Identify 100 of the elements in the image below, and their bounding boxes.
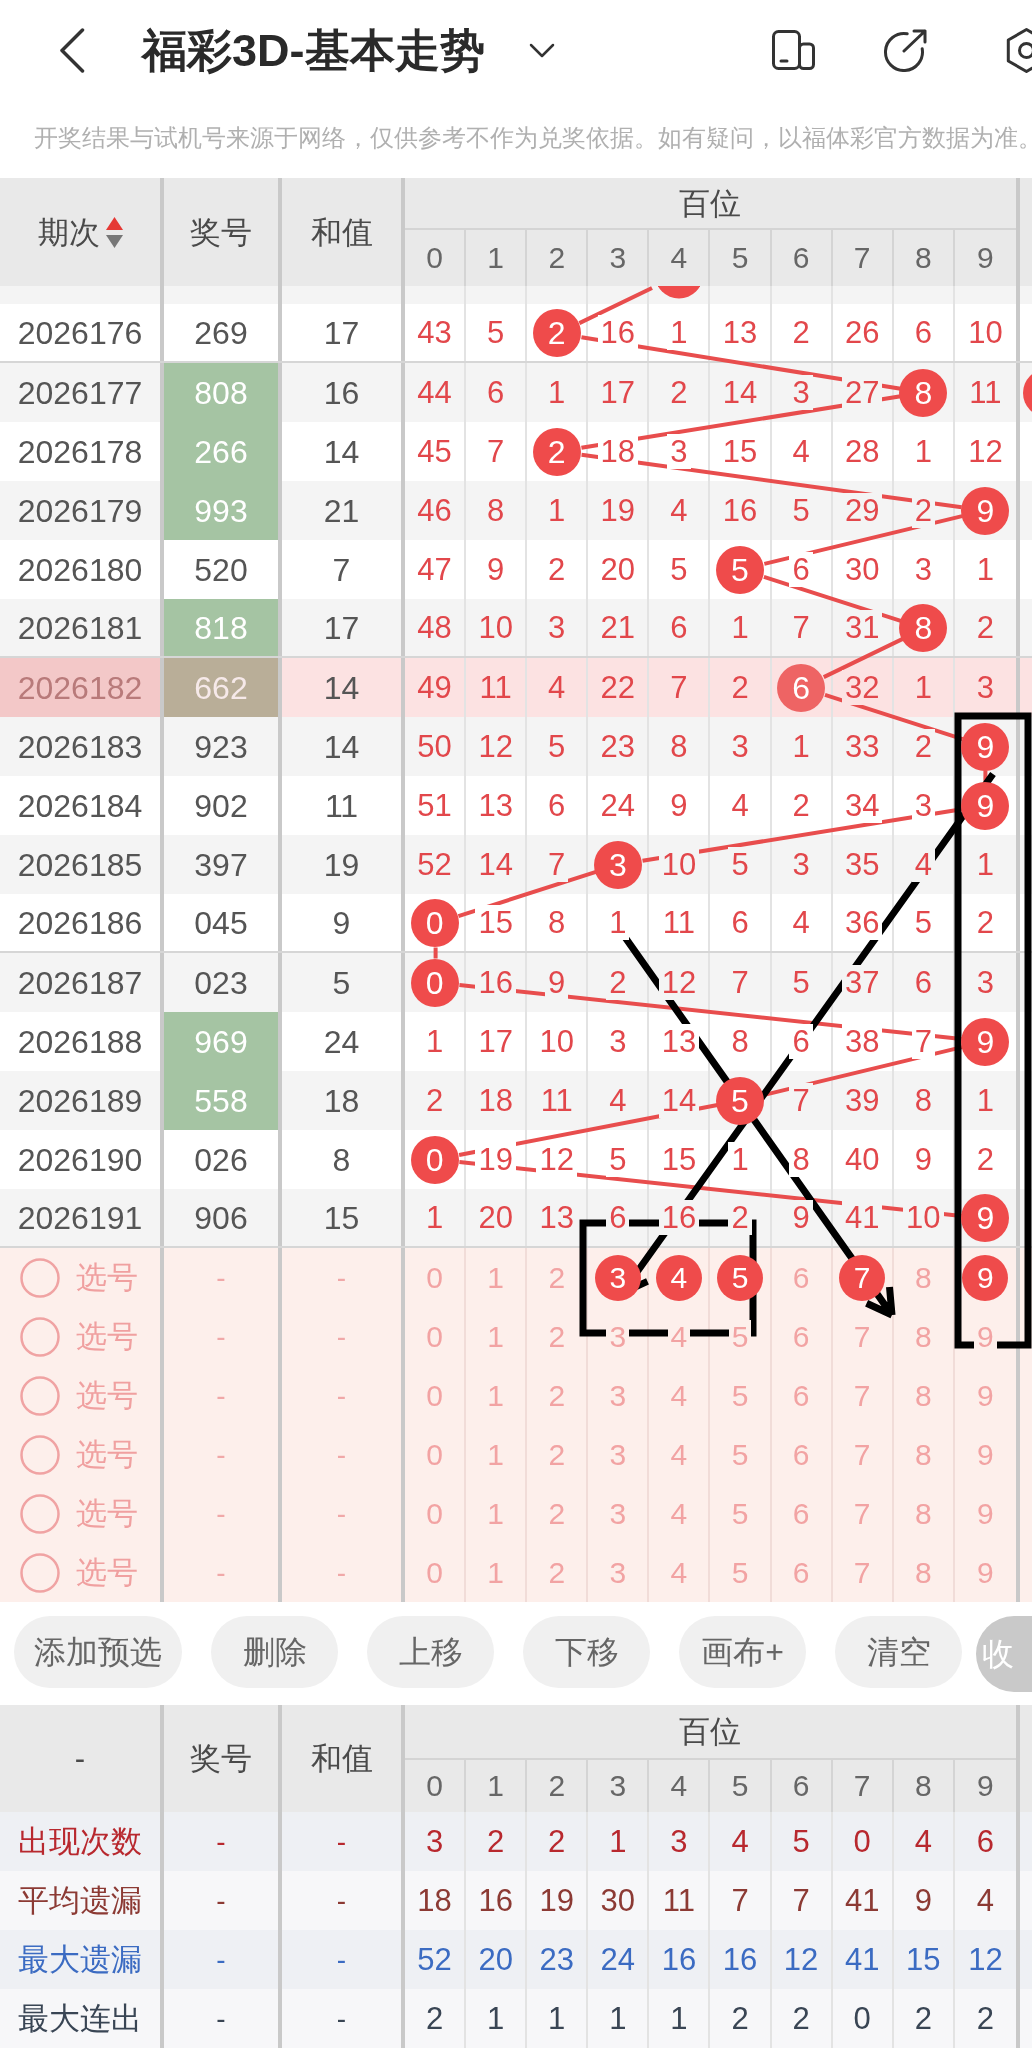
stat-value: 23: [539, 1944, 574, 1975]
stat-value: 16: [722, 1944, 758, 1975]
column-heading: 5: [731, 1771, 749, 1801]
column-heading: 2: [548, 1771, 566, 1801]
number-cell: 969: [164, 1012, 282, 1071]
pick-label[interactable]: 选号: [76, 1380, 138, 1411]
omission-count: 6: [789, 552, 813, 587]
stat-value: 16: [661, 1944, 697, 1975]
number-cell: 808: [164, 363, 282, 422]
number-cell: 266: [164, 422, 282, 481]
stat-value: 12: [968, 1944, 1003, 1975]
stat-label: 最大连出: [18, 2003, 142, 2034]
omission-count: 12: [536, 1142, 577, 1177]
column-heading: 0: [426, 243, 443, 273]
empty-value: -: [336, 1886, 347, 1915]
radio-icon[interactable]: [20, 1257, 60, 1298]
column-heading: 和值: [310, 216, 373, 248]
radio-icon[interactable]: [20, 1316, 60, 1357]
column-heading: 9: [977, 243, 994, 273]
omission-count: 3: [667, 434, 691, 469]
empty-value: -: [336, 1499, 347, 1528]
pick-label[interactable]: 选号: [76, 1498, 138, 1529]
action-button[interactable]: 下移: [523, 1616, 650, 1688]
column-heading: 6: [792, 1771, 810, 1801]
stat-value: 41: [844, 1944, 880, 1975]
stat-value: 4: [731, 1826, 749, 1857]
empty-value: -: [336, 1827, 347, 1856]
stat-value: 4: [976, 1885, 994, 1916]
page-title: 福彩3D-基本走势: [142, 27, 485, 73]
stat-value: 5: [792, 1826, 810, 1857]
disclaimer-text: 开奖结果与试机号来源于网络，仅供参考不作为兑奖依据。如有疑问，以福体彩官方数据为准。: [34, 127, 1032, 151]
stat-value: 2: [792, 2003, 810, 2034]
stat-value: 2: [914, 2003, 932, 2034]
sort-icon[interactable]: [105, 216, 123, 248]
empty-value: -: [336, 1558, 347, 1587]
stat-value: 11: [662, 1885, 695, 1916]
number-cell: 662: [164, 658, 282, 717]
number-cell: 818: [164, 599, 282, 656]
stat-label: 出现次数: [18, 1826, 142, 1857]
stat-value: 2: [976, 2003, 994, 2034]
arrow-out-circle-icon[interactable]: [883, 28, 928, 72]
stat-value: 1: [670, 2003, 688, 2034]
column-heading: 8: [914, 1771, 932, 1801]
pick-label[interactable]: 选号: [76, 1557, 138, 1588]
stat-value: 0: [853, 1826, 871, 1857]
action-button[interactable]: 添加预选: [14, 1616, 182, 1688]
column-heading[interactable]: 期次: [37, 216, 100, 248]
column-heading: 0: [426, 1771, 443, 1801]
empty-value: -: [336, 1945, 347, 1974]
empty-value: -: [216, 1945, 226, 1974]
action-button[interactable]: 清空: [835, 1616, 962, 1688]
chevron-down-icon[interactable]: [528, 42, 555, 58]
action-button[interactable]: 删除: [211, 1616, 338, 1688]
group-heading: 百位: [679, 1716, 742, 1747]
period-cell: 2026182: [0, 658, 164, 717]
empty-value: -: [216, 1322, 226, 1351]
pick-label[interactable]: 选号: [76, 1321, 138, 1352]
empty-value: -: [216, 1263, 226, 1292]
radio-icon[interactable]: [20, 1552, 60, 1593]
stat-value: 12: [783, 1944, 819, 1975]
stat-value: 24: [600, 1944, 636, 1975]
number-cell: 558: [164, 1071, 282, 1130]
omission-count: 16: [597, 315, 639, 350]
column-heading: 2: [548, 243, 566, 273]
radio-icon[interactable]: [20, 1493, 60, 1534]
stat-value: 3: [425, 1826, 444, 1857]
stat-value: 2: [548, 1826, 566, 1857]
stat-label: 平均遗漏: [18, 1885, 142, 1916]
radio-icon[interactable]: [20, 1375, 60, 1416]
action-button[interactable]: 上移: [367, 1616, 494, 1688]
empty-value: -: [336, 2004, 347, 2033]
number-cell: 993: [164, 481, 282, 540]
pick-label[interactable]: 选号: [76, 1439, 138, 1470]
column-heading: 5: [731, 243, 749, 273]
column-heading: 3: [609, 243, 627, 273]
stat-value: 2: [425, 2003, 444, 2034]
stat-value: 4: [914, 1826, 932, 1857]
action-button[interactable]: 画布+: [679, 1616, 806, 1688]
stat-value: 2: [731, 2003, 749, 2034]
empty-value: -: [216, 1381, 226, 1410]
back-icon[interactable]: [59, 27, 85, 73]
stat-value: 7: [731, 1885, 749, 1916]
stat-label: 最大遗漏: [18, 1944, 142, 1975]
stat-value: 19: [539, 1885, 574, 1916]
pick-label[interactable]: 选号: [76, 1262, 138, 1293]
column-heading: 6: [792, 243, 810, 273]
empty-value: -: [216, 1440, 226, 1469]
empty-value: -: [216, 1886, 226, 1915]
group-heading: 百位: [679, 187, 742, 219]
stat-value: 7: [792, 1885, 810, 1916]
column-heading: 8: [914, 243, 932, 273]
column-heading: 和值: [310, 1743, 373, 1774]
empty-value: -: [216, 1558, 226, 1587]
devices-icon[interactable]: [772, 30, 815, 70]
stat-value: 2: [487, 1826, 505, 1857]
stat-value: 1: [548, 2003, 566, 2034]
radio-icon[interactable]: [20, 1434, 60, 1475]
empty-value: -: [216, 1827, 226, 1856]
stat-value: 20: [478, 1944, 513, 1975]
stat-value: 15: [906, 1944, 941, 1975]
